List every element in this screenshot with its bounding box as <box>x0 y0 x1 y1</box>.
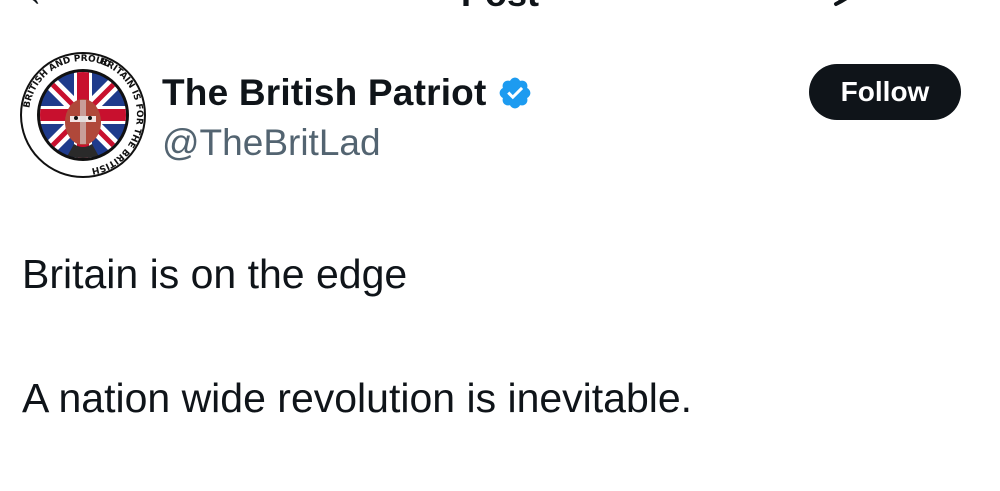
avatar[interactable]: BRITISH AND PROUD BRITAIN IS FOR THE BRI… <box>20 52 146 178</box>
verified-badge-icon <box>499 77 530 109</box>
author-handle[interactable]: @TheBritLad <box>162 122 381 164</box>
post-text-line: Britain is on the edge <box>22 251 408 297</box>
author-name-row[interactable]: The British Patriot <box>162 70 533 116</box>
post-header: BRITISH AND PROUD BRITAIN IS FOR THE BRI… <box>0 0 1000 200</box>
author-display-name[interactable]: The British Patriot <box>162 72 487 114</box>
post-text-line: A nation wide revolution is inevitable. <box>22 375 693 421</box>
post-text: Britain is on the edge A nation wide rev… <box>22 248 972 424</box>
follow-button[interactable]: Follow <box>809 64 961 120</box>
